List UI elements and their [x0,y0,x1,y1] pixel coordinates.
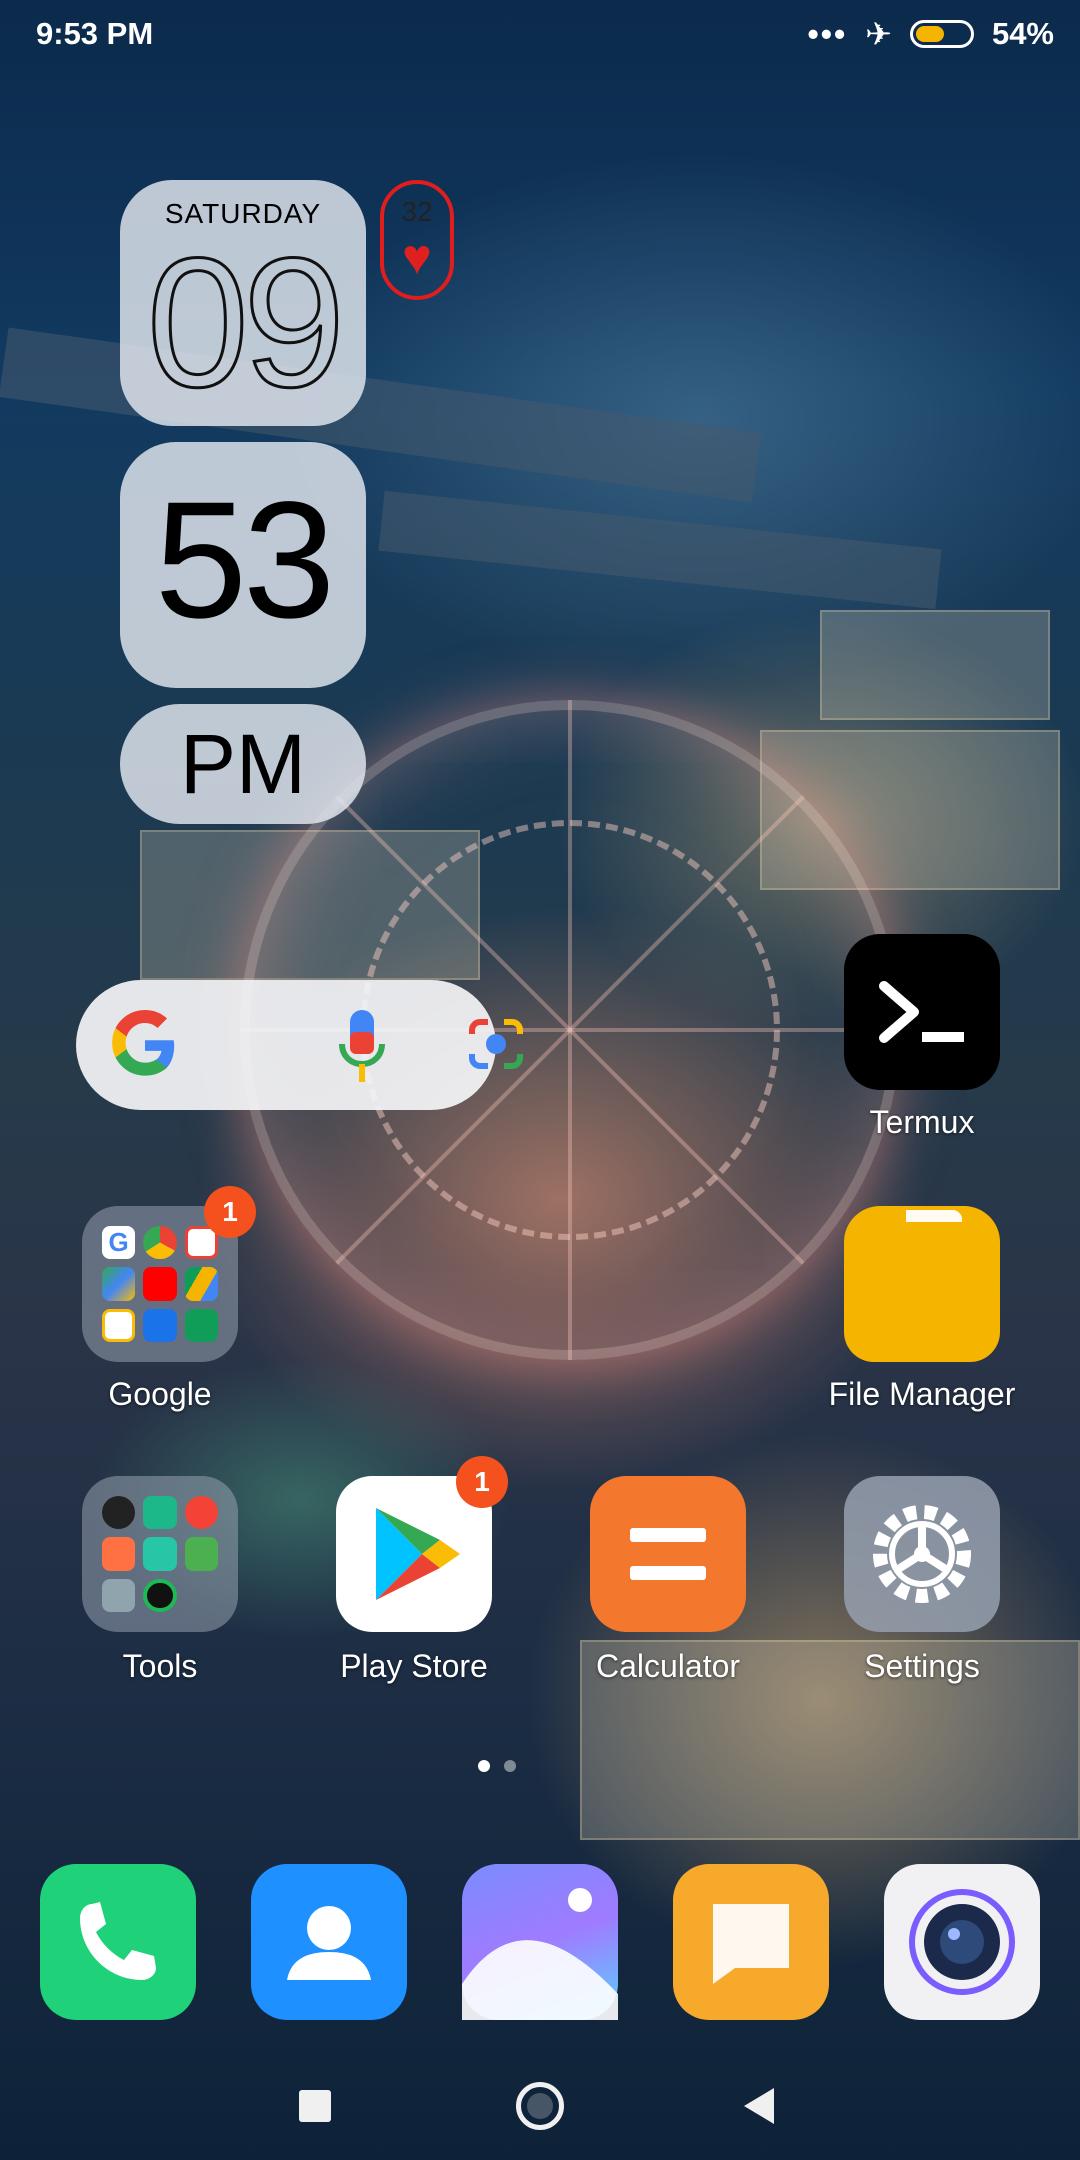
compass-icon [102,1578,136,1612]
calculator-app[interactable] [590,1476,746,1632]
home-circle-icon[interactable] [516,2082,564,2130]
phone-icon [80,1902,156,1980]
file-manager-label: File Manager [828,1376,1016,1412]
downloads-icon [184,1537,218,1571]
recorder-icon [184,1496,218,1530]
google-g-icon[interactable] [110,1010,180,1080]
video-icon [102,1537,136,1571]
google-search-bar[interactable] [76,980,523,1110]
google-folder-badge: 1 [204,1186,256,1238]
heart-icon: ♥ [402,229,432,285]
wallpaper-building [820,610,1050,720]
wallpaper-building [140,830,480,980]
clock-minute-tile[interactable]: 53 [120,442,366,688]
wallpaper-spoke [568,700,572,1360]
recents-square-icon[interactable] [299,2090,331,2122]
heart-widget[interactable]: 32 ♥ [380,180,454,300]
minute-digits: 53 [154,468,336,653]
clock-hour-tile[interactable]: SATURDAY 09 [120,180,366,426]
scanner-icon [143,1537,177,1571]
file-manager-app[interactable] [844,1206,1000,1362]
lens-camera-icon[interactable] [466,1016,526,1072]
calculator-label: Calculator [595,1648,741,1684]
termux-label: Termux [869,1104,975,1140]
settings-app[interactable] [844,1476,1000,1632]
spotify-icon [143,1578,177,1612]
tools-folder-label: Tools [122,1648,198,1684]
terminal-icon [879,981,964,1043]
status-bar: 9:53 PM ••• ✈ 54% [0,0,1080,66]
settings-label: Settings [864,1648,980,1684]
gallery-app[interactable] [462,1864,618,2020]
maps-icon [102,1267,136,1301]
play-icon [184,1308,218,1342]
duo-icon [143,1308,177,1342]
messages-icon [713,1904,789,1984]
battery-fill [915,26,945,42]
page-dot-2[interactable] [504,1760,516,1772]
youtube-icon [143,1267,177,1301]
radio-icon [143,1496,177,1530]
clock-icon [102,1496,136,1530]
play-store-label: Play Store [340,1648,488,1684]
google-search-icon: G [102,1226,136,1260]
contacts-icon [287,1906,371,1980]
wallpaper-pier [0,327,762,503]
play-store-badge: 1 [456,1456,508,1508]
contacts-app[interactable] [251,1864,407,2020]
wallpaper-pier [378,490,942,610]
status-time: 9:53 PM [36,16,154,51]
airplane-icon: ✈ [865,16,892,52]
phone-app[interactable] [40,1864,196,2020]
termux-app[interactable] [844,934,1000,1090]
camera-app[interactable] [884,1864,1040,2020]
back-triangle-icon[interactable] [744,2088,774,2124]
battery-icon [909,20,974,48]
page-dot-1[interactable] [478,1760,490,1772]
battery-percentage: 54% [991,16,1054,51]
status-icons: ••• ✈ 54% [808,14,1054,54]
chrome-icon [143,1226,177,1260]
hour-digits: 09 [145,219,347,425]
ampm-label: PM [180,717,306,811]
google-play-games-icon [102,1308,136,1342]
gear-icon [873,1505,971,1603]
calculator-icon [630,1528,706,1580]
google-folder-label: Google [108,1376,212,1412]
folder-icon [844,1210,1000,1362]
navigation-bar [0,2060,1080,2160]
drive-icon [184,1267,218,1301]
tools-folder[interactable] [82,1476,238,1632]
empty-slot [185,1579,218,1612]
three-dots-icon: ••• [807,16,848,52]
page-indicator[interactable] [478,1760,516,1772]
heart-count: 32 [401,196,433,227]
gallery-icon [462,1888,618,2020]
wallpaper-building [760,730,1060,890]
mic-icon[interactable] [338,1008,386,1084]
clock-ampm-tile[interactable]: PM [120,704,366,824]
messages-app[interactable] [673,1864,829,2020]
camera-icon [909,1889,1015,1995]
